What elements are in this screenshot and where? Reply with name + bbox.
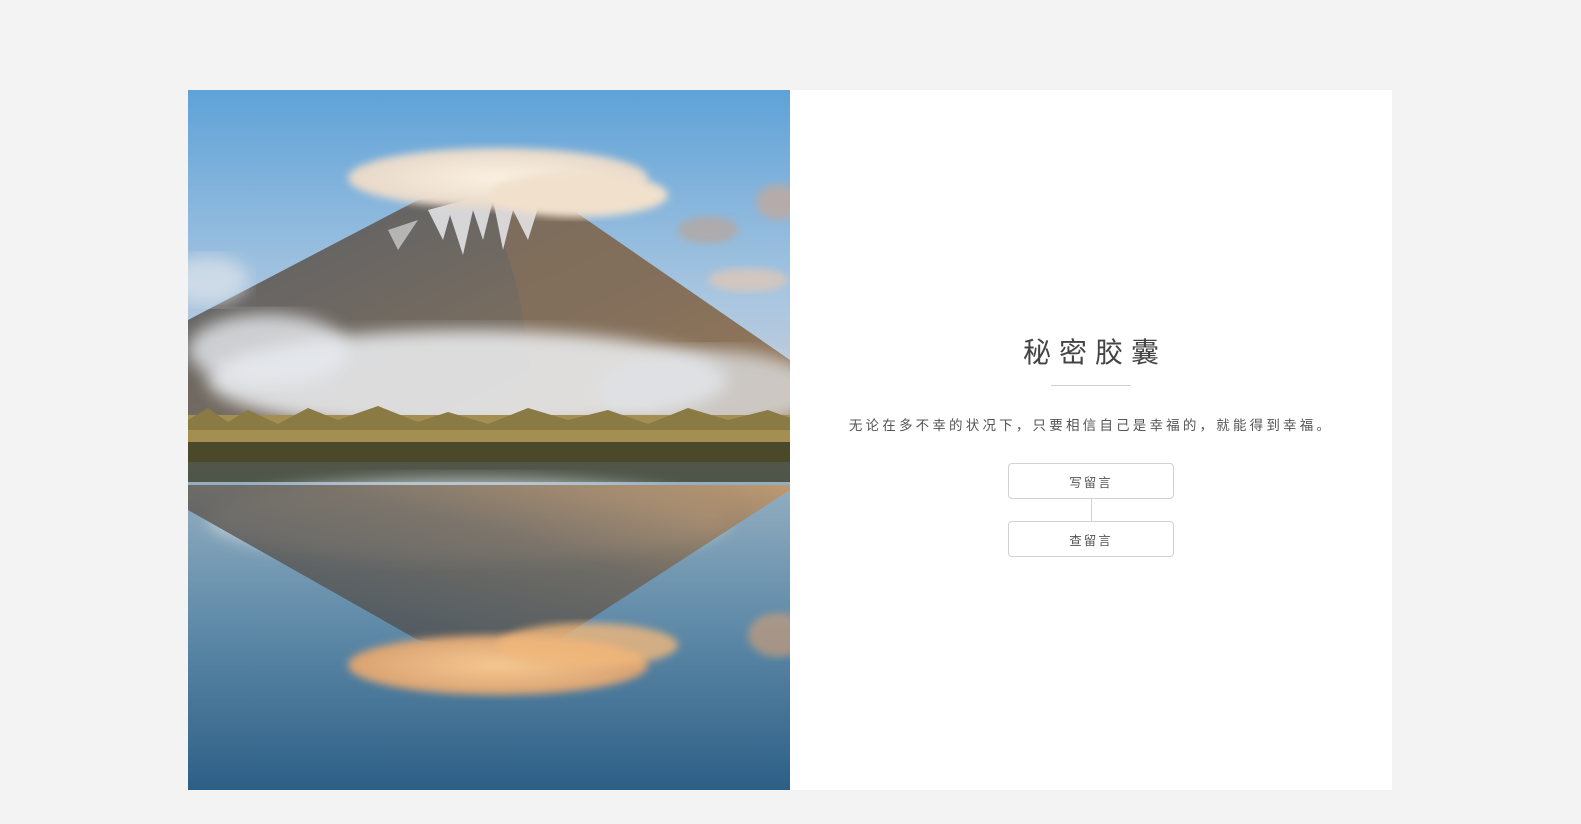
write-message-button[interactable]: 写留言 — [1008, 463, 1174, 499]
capsule-card: 秘密胶囊 无论在多不幸的状况下，只要相信自己是幸福的，就能得到幸福。 写留言 查… — [188, 90, 1392, 790]
quote-text: 无论在多不幸的状况下，只要相信自己是幸福的，就能得到幸福。 — [848, 418, 1334, 434]
mountain-lake-image — [188, 90, 790, 790]
view-messages-button[interactable]: 查留言 — [1008, 521, 1174, 557]
button-connector-line — [1090, 499, 1092, 521]
title-divider — [1051, 385, 1131, 386]
view-messages-label: 查留言 — [1069, 532, 1113, 548]
write-message-label: 写留言 — [1069, 474, 1113, 490]
capsule-panel: 秘密胶囊 无论在多不幸的状况下，只要相信自己是幸福的，就能得到幸福。 写留言 查… — [790, 90, 1392, 790]
page-title: 秘密胶囊 — [1022, 336, 1167, 369]
